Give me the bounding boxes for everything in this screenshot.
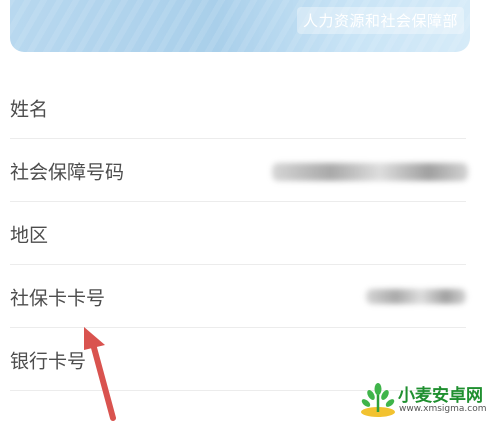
field-label-card-number: 社保卡卡号 [10,287,106,309]
field-label-bank-card: 银行卡号 [10,350,87,372]
redacted-card-number-value [366,289,466,304]
wheat-logo-icon [361,383,395,417]
field-label-region: 地区 [10,224,49,246]
watermark-url: www.xmsigma.com [399,404,487,414]
field-row-card-number[interactable]: 社保卡卡号 [10,265,466,328]
watermark-title: 小麦安卓网 [398,386,483,406]
social-security-card-banner: 人力资源和社会保障部 [10,0,470,52]
agency-label: 人力资源和社会保障部 [296,7,464,34]
field-row-region[interactable]: 地区 [10,202,466,265]
field-row-ssn[interactable]: 社会保障号码 [10,139,468,202]
site-watermark: 小麦安卓网 www.xmsigma.com [358,380,486,420]
redacted-ssn-value [272,163,468,181]
field-row-name[interactable]: 姓名 [10,76,466,139]
field-label-ssn: 社会保障号码 [10,161,125,183]
field-label-name: 姓名 [10,98,49,120]
